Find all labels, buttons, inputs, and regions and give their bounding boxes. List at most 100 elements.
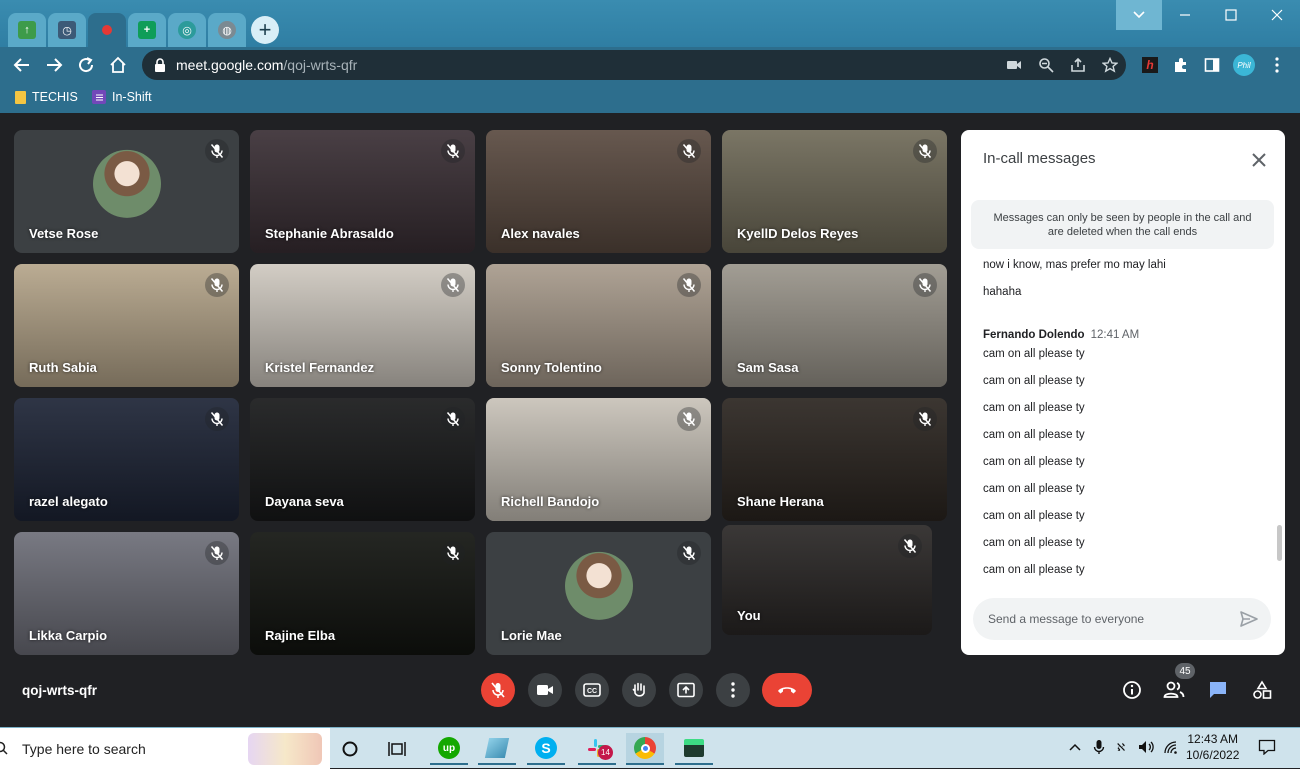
- wifi-tray-button[interactable]: [1162, 738, 1180, 756]
- back-button[interactable]: [10, 53, 34, 77]
- home-button[interactable]: [106, 53, 130, 77]
- participant-tile[interactable]: Vetse Rose: [14, 130, 239, 253]
- extensions-button[interactable]: [1169, 53, 1193, 77]
- forward-button[interactable]: [42, 53, 66, 77]
- captions-button[interactable]: CC: [575, 673, 609, 707]
- mic-off-icon: [918, 278, 932, 292]
- notification-icon: [1258, 739, 1276, 755]
- browser-tab-5[interactable]: ◎: [168, 13, 206, 47]
- chrome-icon: [634, 737, 656, 759]
- task-view-icon: [388, 742, 406, 756]
- send-icon[interactable]: [1239, 609, 1259, 629]
- chat-message: now i know, mas prefer mo may lahi: [983, 259, 1166, 271]
- taskbar-notepad[interactable]: [478, 733, 516, 765]
- taskbar-skype[interactable]: S: [527, 733, 565, 765]
- extension-h-button[interactable]: h: [1138, 53, 1162, 77]
- message-input[interactable]: Send a message to everyone: [973, 598, 1271, 640]
- taskbar-chrome[interactable]: [626, 733, 664, 765]
- participant-tile[interactable]: Likka Carpio: [14, 532, 239, 655]
- search-icon: [0, 741, 8, 755]
- browser-tab-2[interactable]: ◷: [48, 13, 86, 47]
- participant-tile[interactable]: Lorie Mae: [486, 532, 711, 655]
- bookmark-techis[interactable]: TECHIS: [15, 90, 78, 104]
- side-panel-button[interactable]: [1200, 53, 1224, 77]
- close-panel-button[interactable]: [1249, 150, 1269, 170]
- participant-tile[interactable]: Sonny Tolentino: [486, 264, 711, 387]
- camera-in-use-icon[interactable]: [998, 58, 1030, 72]
- cortana-icon: [342, 741, 358, 757]
- volume-tray-button[interactable]: [1137, 738, 1155, 756]
- microphone-tray-button[interactable]: [1090, 738, 1108, 756]
- chat-button[interactable]: [1206, 678, 1230, 702]
- participant-tile[interactable]: Dayana seva: [250, 398, 475, 521]
- browser-tab-6[interactable]: ◍: [208, 13, 246, 47]
- mic-off-icon: [210, 278, 224, 292]
- show-hidden-icons-button[interactable]: [1066, 738, 1084, 756]
- mic-off-icon: [446, 412, 460, 426]
- participant-tile[interactable]: Stephanie Abrasaldo: [250, 130, 475, 253]
- people-button[interactable]: [1162, 678, 1186, 702]
- search-highlight-illustration: [248, 733, 322, 765]
- participant-name: KyellD Delos Reyes: [737, 226, 859, 241]
- privacy-notice: Messages can only be seen by people in t…: [971, 200, 1274, 249]
- browser-tab-4[interactable]: +: [128, 13, 166, 47]
- participant-tile[interactable]: Rajine Elba: [250, 532, 475, 655]
- url-text: meet.google.com/qoj-wrts-qfr: [176, 57, 358, 73]
- profile-button[interactable]: Phil: [1232, 53, 1256, 77]
- activities-button[interactable]: [1250, 678, 1274, 702]
- participant-tile[interactable]: Shane Herana: [722, 398, 947, 521]
- new-tab-button[interactable]: +: [251, 16, 279, 44]
- close-window-button[interactable]: [1254, 0, 1300, 30]
- raise-hand-button[interactable]: [622, 673, 656, 707]
- participant-tile[interactable]: razel alegato: [14, 398, 239, 521]
- participant-tile[interactable]: KyellD Delos Reyes: [722, 130, 947, 253]
- participant-name: Likka Carpio: [29, 628, 108, 643]
- upwork-icon: up: [438, 737, 460, 759]
- tab-search-button[interactable]: [1116, 0, 1162, 30]
- taskbar-search[interactable]: Type here to search: [0, 728, 330, 769]
- notepad-icon: [484, 738, 510, 758]
- browser-tab-meet[interactable]: [88, 13, 126, 47]
- browser-menu-button[interactable]: [1265, 53, 1289, 77]
- participant-tile[interactable]: You: [722, 525, 932, 635]
- present-screen-button[interactable]: [669, 673, 703, 707]
- address-bar[interactable]: meet.google.com/qoj-wrts-qfr: [142, 50, 1126, 80]
- participant-tile[interactable]: Ruth Sabia: [14, 264, 239, 387]
- participant-tile[interactable]: Kristel Fernandez: [250, 264, 475, 387]
- present-icon: [677, 682, 695, 698]
- muted-indicator: [205, 541, 229, 565]
- muted-indicator: [441, 541, 465, 565]
- taskbar-android-studio[interactable]: [675, 733, 713, 765]
- taskbar-upwork[interactable]: up: [430, 733, 468, 765]
- meeting-details-button[interactable]: [1120, 678, 1144, 702]
- cortana-button[interactable]: [331, 733, 369, 765]
- ime-tray-button[interactable]: ℵ: [1112, 738, 1130, 756]
- camera-toggle-button[interactable]: [528, 673, 562, 707]
- more-options-button[interactable]: [716, 673, 750, 707]
- bookmark-in-shift[interactable]: In-Shift: [92, 90, 152, 104]
- maximize-button[interactable]: [1208, 0, 1254, 30]
- zoom-icon[interactable]: [1030, 57, 1062, 73]
- participant-tile[interactable]: Richell Bandojo: [486, 398, 711, 521]
- scrollbar-thumb[interactable]: [1277, 525, 1282, 561]
- task-view-button[interactable]: [378, 733, 416, 765]
- recording-dot-icon: [102, 25, 112, 35]
- system-clock[interactable]: 12:43 AM 10/6/2022: [1186, 731, 1239, 763]
- taskbar-slack[interactable]: 14: [578, 733, 616, 765]
- mic-off-icon: [210, 546, 224, 560]
- participant-tile[interactable]: Sam Sasa: [722, 264, 947, 387]
- leave-call-button[interactable]: [762, 673, 812, 707]
- share-icon[interactable]: [1062, 57, 1094, 73]
- bookmarks-bar: TECHIS In-Shift: [0, 83, 1300, 113]
- browser-tab-1[interactable]: ↑: [8, 13, 46, 47]
- speaker-icon: [1139, 741, 1154, 753]
- participant-tile[interactable]: Alex navales: [486, 130, 711, 253]
- reload-button[interactable]: [74, 53, 98, 77]
- notification-center-button[interactable]: [1258, 738, 1276, 756]
- people-icon: [1163, 681, 1185, 698]
- mic-toggle-button[interactable]: [481, 673, 515, 707]
- svg-text:CC: CC: [587, 688, 597, 695]
- minimize-button[interactable]: [1162, 0, 1208, 30]
- participant-name: Alex navales: [501, 226, 580, 241]
- bookmark-star-icon[interactable]: [1094, 57, 1126, 73]
